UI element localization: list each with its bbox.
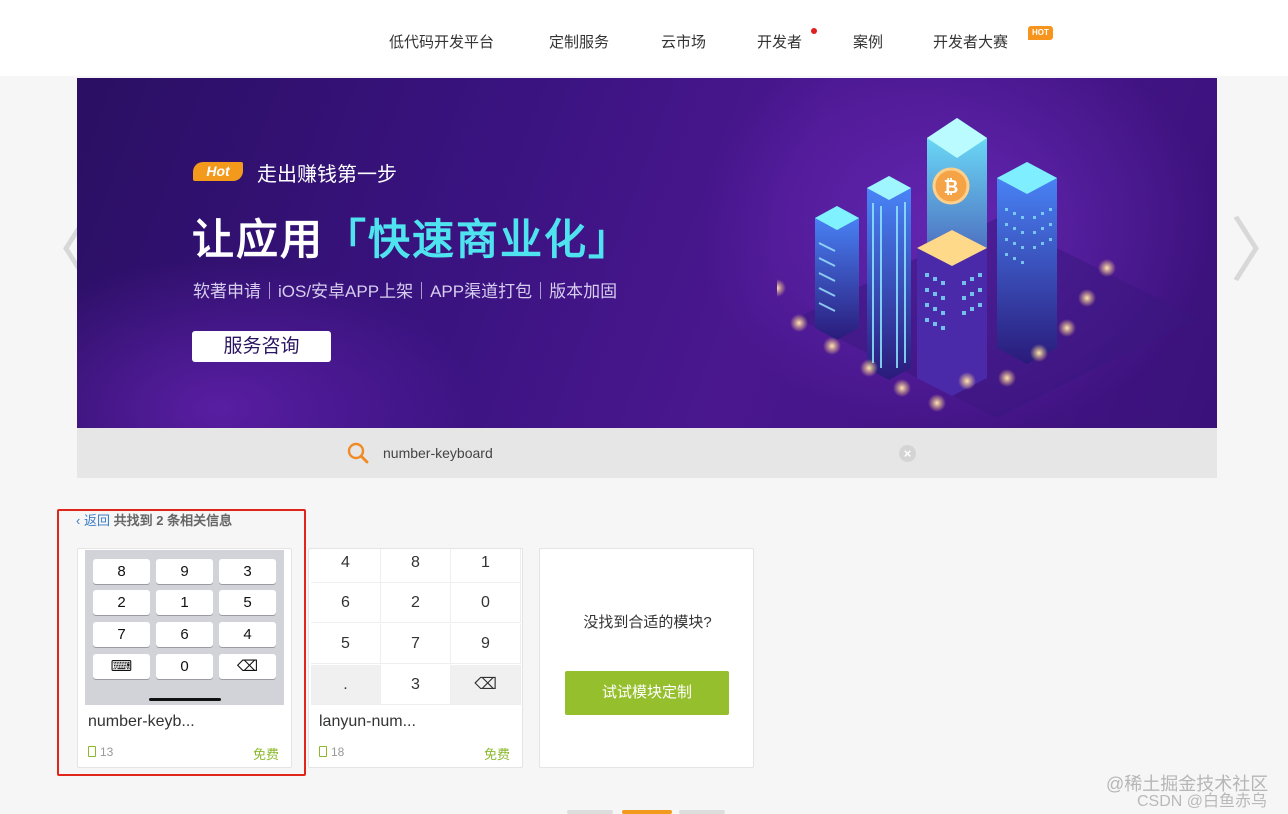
top-nav: 低代码开发平台 定制服务 云市场 开发者 案例 开发者大赛 HOT: [0, 0, 1288, 76]
keypad-key: 8: [93, 559, 150, 584]
service-consult-button[interactable]: 服务咨询: [192, 331, 331, 362]
isometric-city-illustration: ₿: [777, 118, 1197, 418]
keypad-key: 7: [381, 624, 451, 664]
nav-item-contest[interactable]: 开发者大赛: [933, 31, 1008, 52]
card-title: number-keyb...: [88, 713, 195, 730]
phone-icon: [319, 746, 327, 757]
keypad-key: .: [311, 665, 381, 705]
result-summary: ‹ 返回 共找到 2 条相关信息: [76, 510, 232, 529]
keypad-key: 1: [451, 549, 521, 583]
keypad-key: 4: [219, 622, 276, 647]
nav-item-custom-service[interactable]: 定制服务: [549, 31, 609, 52]
keypad-key: 2: [93, 590, 150, 615]
keypad-key: 1: [156, 590, 213, 615]
nav-item-lowcode[interactable]: 低代码开发平台: [389, 31, 494, 52]
keypad-key: 7: [93, 622, 150, 647]
nav-item-cloud-market[interactable]: 云市场: [661, 31, 706, 52]
banner-subtitle: 走出赚钱第一步: [257, 164, 397, 186]
keypad-key: 5: [219, 590, 276, 615]
result-suffix: 条相关信息: [167, 513, 233, 528]
pager-item[interactable]: [567, 810, 613, 814]
result-prefix: 共找到: [113, 513, 153, 528]
search-icon[interactable]: [347, 442, 369, 464]
keypad-key: 6: [156, 622, 213, 647]
phone-icon: [88, 746, 96, 757]
pager-item[interactable]: [679, 810, 725, 814]
module-card-lanyun-number[interactable]: 4 8 1 6 2 0 5 7 9 . 3 ⌫ lanyun-num... 18…: [308, 548, 523, 768]
card-title: lanyun-num...: [319, 713, 416, 730]
search-input[interactable]: [383, 442, 883, 464]
clear-search-icon[interactable]: ×: [899, 445, 916, 462]
backspace-icon: ⌫: [451, 665, 521, 705]
pager-item-active[interactable]: [622, 810, 672, 814]
keypad-key: 0: [156, 654, 213, 679]
keypad-key: 0: [451, 583, 521, 623]
card-count-value: 18: [331, 745, 345, 759]
back-link[interactable]: ‹ 返回: [76, 513, 110, 528]
card-count-value: 13: [100, 745, 114, 759]
promo-banner[interactable]: Hot 走出赚钱第一步 让应用「快速商业化」 软著申请｜iOS/安卓APP上架｜…: [77, 78, 1217, 428]
home-indicator: [149, 698, 221, 701]
backspace-icon: ⌫: [219, 654, 276, 679]
try-custom-module-button[interactable]: 试试模块定制: [565, 671, 729, 715]
keypad-key: 4: [311, 549, 381, 583]
keypad-key: 6: [311, 583, 381, 623]
bitcoin-icon: ₿: [944, 177, 959, 198]
keypad-key: 9: [451, 624, 521, 664]
banner-title: 让应用「快速商业化」: [192, 206, 632, 267]
cta-text: 没找到合适的模块?: [583, 614, 712, 631]
carousel-next-arrow-icon[interactable]: 〉: [1230, 206, 1288, 296]
card-usage-count: 18: [319, 745, 344, 759]
card-price: 免费: [483, 747, 510, 762]
module-card-number-keyboard[interactable]: 8 9 3 2 1 5 7 6 4 ⌨ 0 ⌫ number-keyb... 1…: [77, 548, 292, 768]
watermark-csdn: CSDN @白鱼赤乌: [1137, 793, 1268, 810]
keypad-key: 9: [156, 559, 213, 584]
keyboard-icon: ⌨: [93, 654, 150, 679]
result-count: 2: [156, 513, 164, 528]
keyboard-preview: 8 9 3 2 1 5 7 6 4 ⌨ 0 ⌫: [85, 550, 284, 705]
keypad-key: 3: [381, 665, 451, 705]
keypad-key: 5: [311, 624, 381, 664]
hot-badge: HOT: [1028, 26, 1053, 40]
keyboard-preview: 4 8 1 6 2 0 5 7 9 . 3 ⌫: [311, 549, 522, 705]
nav-item-developer[interactable]: 开发者: [757, 31, 802, 52]
search-bar: ×: [77, 428, 1217, 478]
notification-dot: [811, 28, 817, 34]
banner-description: 软著申请｜iOS/安卓APP上架｜APP渠道打包｜版本加固: [193, 282, 618, 301]
nav-item-cases[interactable]: 案例: [853, 31, 883, 52]
card-price: 免费: [252, 747, 279, 762]
keypad-key: 2: [381, 583, 451, 623]
keypad-key: 8: [381, 549, 451, 583]
banner-title-accent: 「快速商业化」: [324, 216, 633, 263]
card-usage-count: 13: [88, 745, 113, 759]
banner-title-plain: 让应用: [192, 216, 325, 263]
custom-module-card: 没找到合适的模块? 试试模块定制: [539, 548, 754, 768]
keypad-key: 3: [219, 559, 276, 584]
hot-pill: Hot: [193, 162, 243, 181]
